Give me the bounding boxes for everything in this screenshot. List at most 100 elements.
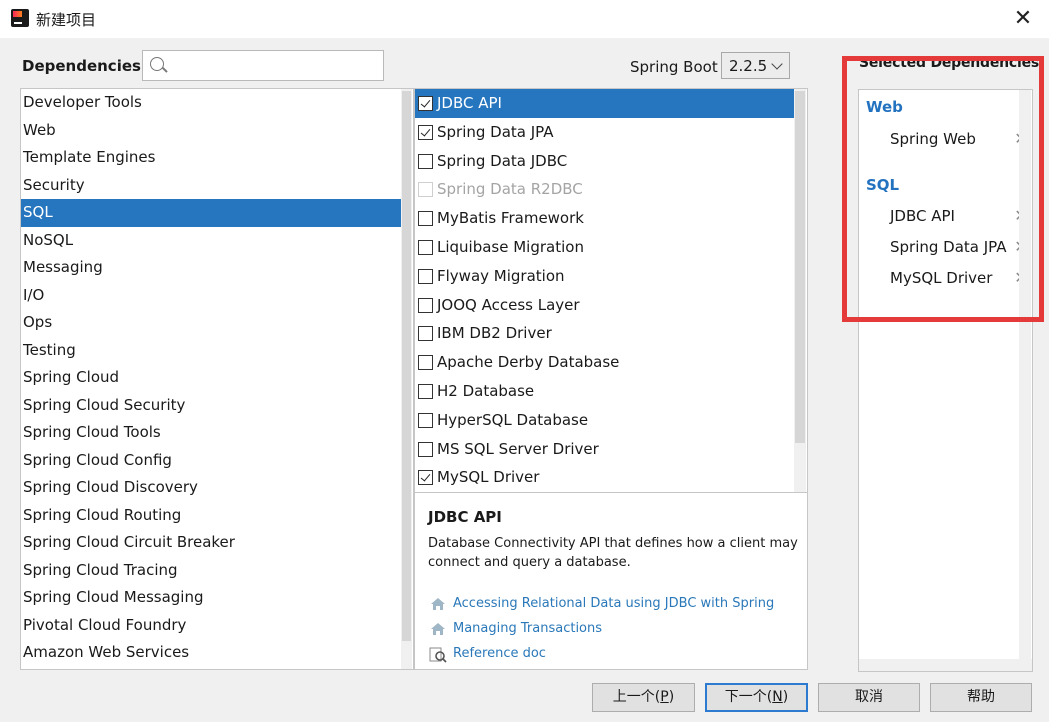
dependency-checkbox[interactable] [418,441,433,457]
category-item[interactable]: Spring Cloud [21,364,401,392]
dependency-checkbox[interactable] [418,470,433,486]
selected-horizontal-scrollbar[interactable] [859,659,1032,671]
dependency-checkbox[interactable] [418,268,433,284]
category-item[interactable]: Spring Cloud Tools [21,419,401,447]
dependency-checkbox[interactable] [418,297,433,313]
search-input[interactable] [169,53,379,78]
category-item[interactable]: Spring Cloud Routing [21,502,401,530]
dependencies-label: Dependencies [22,57,141,75]
dependency-item[interactable]: Spring Data JDBC [415,147,796,176]
category-scrollbar[interactable] [401,89,412,669]
dependency-item[interactable]: JDBC API [415,89,796,118]
category-item[interactable]: Messaging [21,254,401,282]
category-list: Developer Tools Web Template Engines Securi… [20,88,414,670]
previous-button[interactable]: 上一个(P) [592,683,695,712]
dependency-label: Spring Data R2DBC [437,180,583,199]
spring-boot-label: Spring Boot [630,58,718,76]
guide-house-icon [431,623,445,635]
dependency-item[interactable]: Flyway Migration [415,262,796,291]
dependency-label: Flyway Migration [437,266,565,285]
category-item[interactable]: Pivotal Cloud Foundry [21,612,401,640]
dependency-item[interactable]: H2 Database [415,377,796,406]
selected-item-jdbc-api: JDBC API [890,207,955,225]
dependency-label: MyBatis Framework [437,209,584,228]
dependency-checkbox[interactable] [418,96,433,111]
next-button[interactable]: 下一个(N) [705,683,808,712]
dependency-item[interactable]: Liquibase Migration [415,233,796,262]
dependency-label: Spring Data JDBC [437,151,568,170]
dependency-item[interactable]: IBM DB2 Driver [415,319,796,348]
selected-dependencies-panel: Web Spring Web ✕ SQL JDBC API ✕ Spring D… [858,89,1033,672]
selected-item-mysql-driver: MySQL Driver [890,269,993,287]
window-title: 新建项目 [36,11,97,29]
selected-group-sql: SQL [866,176,900,194]
cancel-button[interactable]: 取消 [818,683,920,712]
dependency-checkbox[interactable] [418,211,433,227]
title-bar: 新建项目 ✕ [0,0,1049,38]
description-text: Database Connectivity API that defines h… [428,536,798,570]
search-icon [150,57,164,71]
category-item[interactable]: Web [21,117,401,145]
description-title: JDBC API [428,508,502,526]
help-button[interactable]: 帮助 [930,683,1032,712]
category-item[interactable]: Spring Cloud Discovery [21,474,401,502]
category-item[interactable]: NoSQL [21,227,401,255]
dependency-label: JOOQ Access Layer [437,295,580,314]
dependency-label: Liquibase Migration [437,237,584,256]
search-box[interactable] [142,50,384,81]
selected-dependencies-header: Selected Dependencies [859,55,1040,71]
dependency-checkbox[interactable] [418,239,433,255]
reference-doc-label: Reference doc [453,646,546,661]
dependency-item[interactable]: JOOQ Access Layer [415,291,796,320]
dependency-checkbox[interactable] [418,326,433,342]
dependency-checkbox [418,182,433,198]
category-item[interactable]: Amazon Web Services [21,639,401,667]
dependency-label: Spring Data JPA [437,122,554,141]
dependency-label: HyperSQL Database [437,410,589,429]
selected-group-web: Web [866,98,903,116]
category-item[interactable]: Spring Cloud Messaging [21,584,401,612]
dependency-label: H2 Database [437,381,535,400]
guide-link-label: Accessing Relational Data using JDBC wit… [453,596,775,611]
category-item[interactable]: Spring Cloud Config [21,447,401,475]
guide-house-icon [431,598,445,610]
dependency-item[interactable]: Apache Derby Database [415,348,796,377]
dependency-checkbox[interactable] [418,355,433,371]
dependency-checkbox[interactable] [418,383,433,399]
intellij-app-icon [11,9,29,27]
category-item[interactable]: Ops [21,309,401,337]
selected-item-spring-data-jpa: Spring Data JPA [890,238,1007,256]
dependency-label: MS SQL Server Driver [437,439,599,458]
dependency-item[interactable]: MySQL Driver [415,463,796,492]
dependency-label: MySQL Driver [437,468,540,487]
category-item[interactable]: Spring Cloud Tracing [21,557,401,585]
dependency-scrollbar[interactable] [794,89,806,492]
dependency-item[interactable]: MS SQL Server Driver [415,435,796,464]
chevron-down-icon [771,58,783,70]
category-item[interactable]: Spring Cloud Circuit Breaker [21,529,401,557]
description-panel: JDBC API Database Connectivity API that … [414,493,808,670]
dependency-item: Spring Data R2DBC [415,175,796,204]
reference-doc-icon [429,647,447,663]
dependency-label: Apache Derby Database [437,353,620,372]
dependency-item[interactable]: Spring Data JPA [415,118,796,147]
dependency-checkbox[interactable] [418,412,433,428]
dependency-checkbox[interactable] [418,153,433,169]
category-item[interactable]: Spring Cloud Security [21,392,401,420]
spring-boot-version-select[interactable]: 2.2.5 [721,52,790,79]
category-item[interactable]: Template Engines [21,144,401,172]
category-item[interactable]: Testing [21,337,401,365]
dependency-list: JDBC API Spring Data JPA Spring Data JDBC S… [414,88,808,493]
category-item[interactable]: Developer Tools [21,89,401,117]
close-icon[interactable]: ✕ [1009,5,1037,33]
dependency-checkbox[interactable] [418,124,433,140]
selected-scrollbar[interactable] [1019,90,1031,671]
dependency-item[interactable]: MyBatis Framework [415,204,796,233]
category-item[interactable]: I/O [21,282,401,310]
dependency-label: JDBC API [437,94,502,112]
category-item[interactable]: Security [21,172,401,200]
category-item[interactable]: SQL [21,199,401,227]
dependency-item[interactable]: HyperSQL Database [415,406,796,435]
dependency-label: IBM DB2 Driver [437,324,552,343]
selected-item-spring-web: Spring Web [890,130,976,148]
